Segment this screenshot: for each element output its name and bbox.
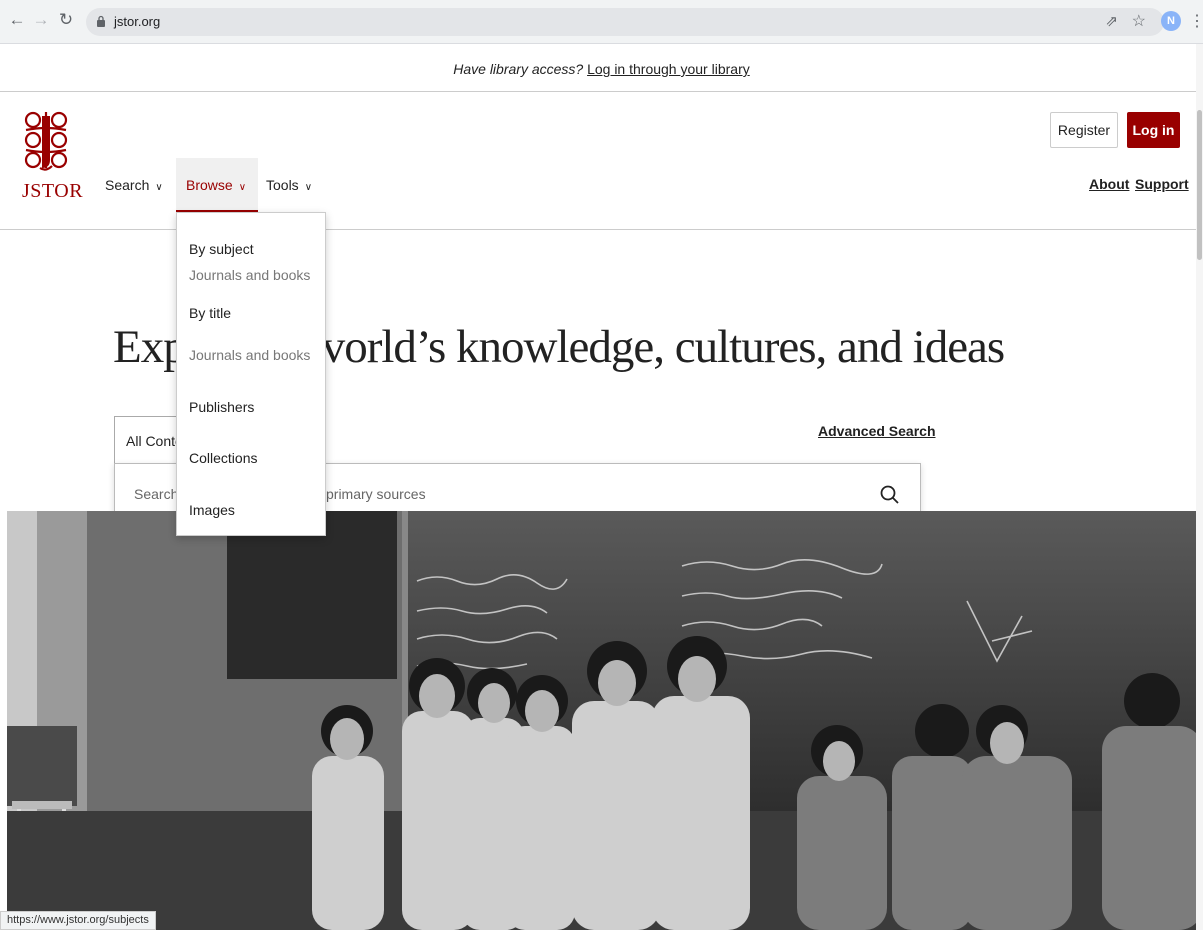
- register-button[interactable]: Register: [1050, 112, 1118, 148]
- status-url-tooltip: https://www.jstor.org/subjects: [0, 911, 156, 930]
- profile-avatar[interactable]: N: [1161, 11, 1181, 31]
- star-icon[interactable]: ☆: [1132, 11, 1146, 31]
- nav-browse-label: Browse: [186, 177, 233, 193]
- share-icon[interactable]: ⇗: [1105, 12, 1118, 30]
- menu-item-images[interactable]: Images: [189, 502, 235, 518]
- url-text: jstor.org: [114, 14, 161, 29]
- nav-tools[interactable]: Tools ∨: [256, 158, 322, 212]
- chevron-down-icon: ∨: [304, 182, 313, 193]
- nav-search-label: Search: [105, 177, 150, 193]
- nav-browse[interactable]: Browse ∨: [176, 158, 258, 212]
- library-access-banner: Have library access? Log in through your…: [0, 52, 1203, 92]
- lock-icon: [97, 15, 105, 27]
- browser-toolbar: ← → ↻ jstor.org ⇗ ☆ N ⋮: [0, 0, 1203, 44]
- menu-item-by-title[interactable]: By title: [189, 305, 231, 321]
- chevron-down-icon: ∨: [155, 182, 163, 193]
- address-bar[interactable]: jstor.org ⇗ ☆: [86, 8, 1164, 36]
- menu-item-publishers[interactable]: Publishers: [189, 399, 254, 415]
- back-icon[interactable]: ←: [6, 9, 28, 31]
- nav-tools-label: Tools: [266, 177, 299, 193]
- scrollbar-thumb[interactable]: [1197, 110, 1202, 260]
- menu-item-collections[interactable]: Collections: [189, 450, 257, 466]
- search-placeholder-end: primary sources: [326, 486, 426, 502]
- jstor-logo[interactable]: JSTOR: [22, 110, 84, 204]
- site-header: JSTOR Search ∨ Browse ∨ Tools ∨ Register Lo…: [0, 92, 1203, 230]
- forward-icon[interactable]: →: [30, 9, 52, 31]
- login-button[interactable]: Log in: [1127, 112, 1180, 148]
- search-icon[interactable]: [879, 484, 901, 506]
- menu-item-by-subject-sub: Journals and books: [189, 267, 311, 283]
- jstor-logo-icon: [22, 110, 70, 172]
- hero-photo: [7, 511, 1203, 930]
- hero-title-end: vorld’s knowledge, cultures, and ideas: [321, 321, 1005, 373]
- nav-search[interactable]: Search ∨: [95, 158, 173, 212]
- about-link[interactable]: About: [1089, 176, 1129, 192]
- browse-dropdown-menu: By subject Journals and books By title J…: [176, 212, 326, 536]
- support-link[interactable]: Support: [1135, 176, 1189, 192]
- chevron-down-icon: ∨: [238, 182, 247, 193]
- menu-item-by-subject[interactable]: By subject: [189, 241, 254, 257]
- reload-icon[interactable]: ↻: [55, 9, 77, 31]
- library-login-link[interactable]: Log in through your library: [587, 61, 750, 77]
- hero-title-start: Exp: [113, 321, 187, 373]
- menu-item-by-title-sub: Journals and books: [189, 347, 311, 363]
- advanced-search-link[interactable]: Advanced Search: [818, 423, 936, 439]
- logo-text: JSTOR: [22, 180, 84, 202]
- kebab-menu-icon[interactable]: ⋮: [1189, 11, 1203, 31]
- banner-lead: Have library access?: [453, 61, 584, 77]
